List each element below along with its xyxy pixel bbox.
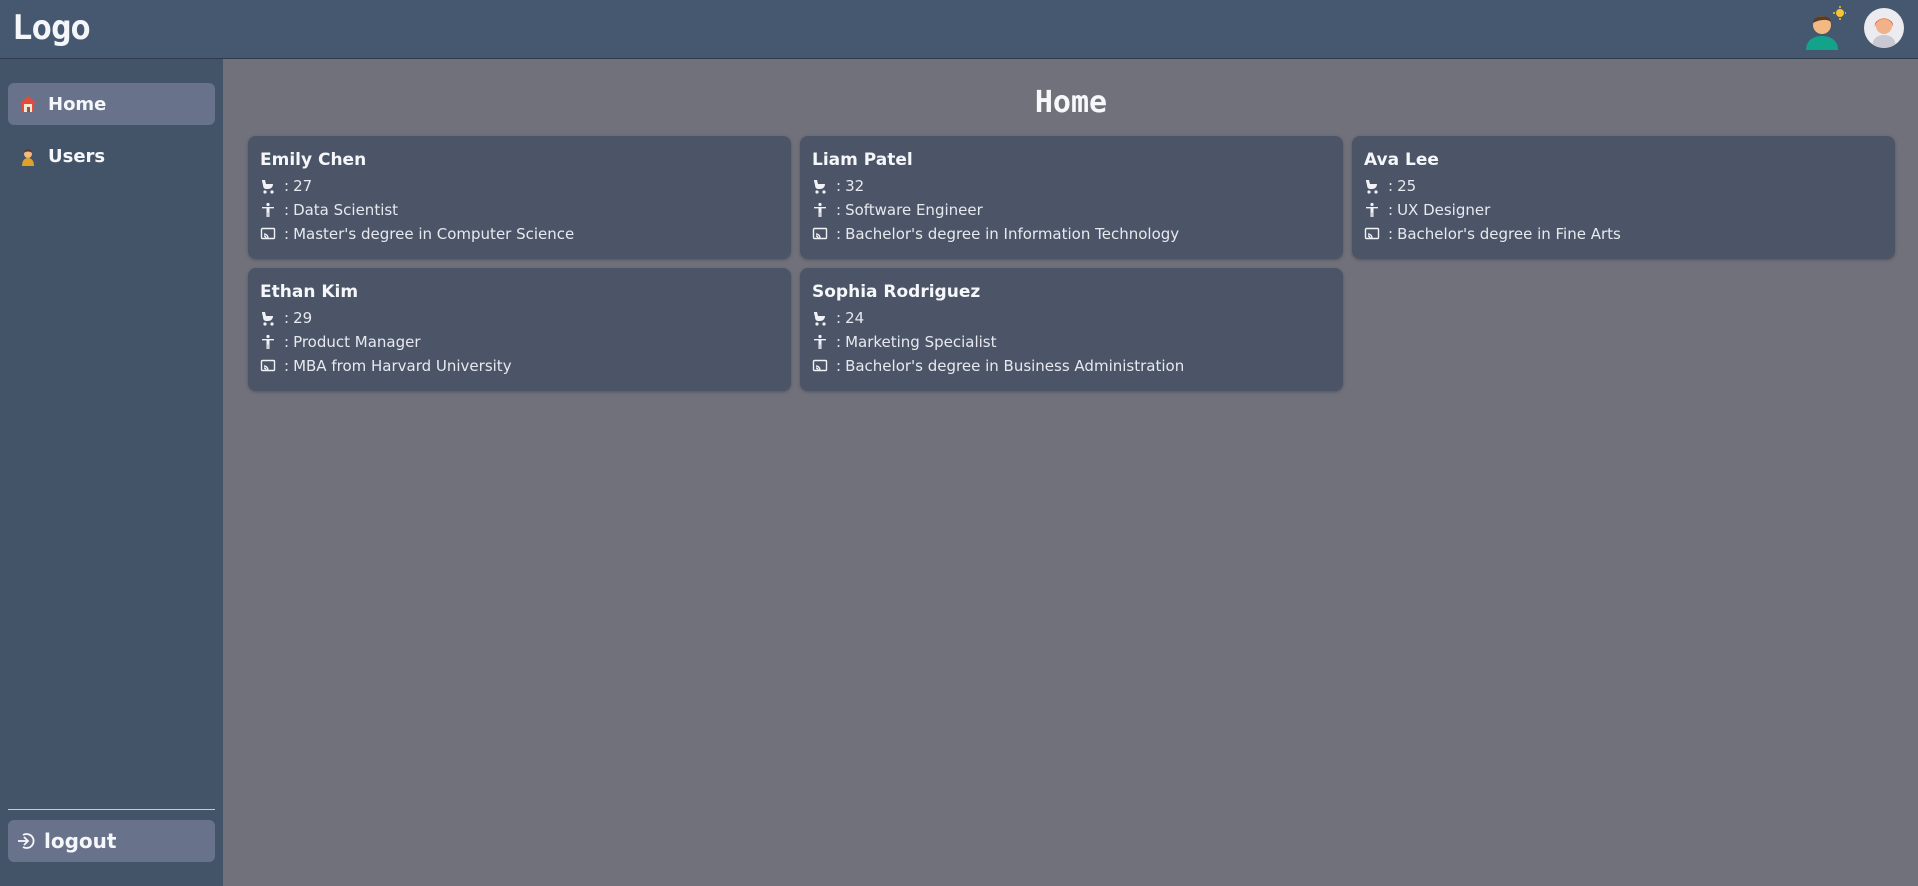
- cast-icon: [260, 226, 276, 242]
- role-row: : Software Engineer: [812, 198, 1331, 222]
- education-value: MBA from Harvard University: [293, 357, 512, 375]
- age-row: : 25: [1364, 174, 1883, 198]
- role-value: Data Scientist: [293, 201, 399, 219]
- education-value: Bachelor's degree in Business Administra…: [845, 357, 1185, 375]
- role-value: UX Designer: [1397, 201, 1491, 219]
- user-name: Liam Patel: [812, 150, 913, 170]
- stroller-icon: [260, 178, 276, 194]
- sidebar-item-users[interactable]: Users: [8, 135, 215, 177]
- user-card[interactable]: Liam Patel : 32 : Software Engineer : Ba…: [800, 136, 1343, 259]
- age-value: 32: [845, 177, 865, 195]
- cast-icon: [812, 358, 828, 374]
- cast-icon: [1364, 226, 1380, 242]
- accessibility-icon: [260, 202, 276, 218]
- education-row: : Master's degree in Computer Science: [260, 222, 779, 246]
- user-cards: Emily Chen : 27 : Data Scientist : Maste…: [224, 136, 1918, 391]
- stroller-icon: [812, 178, 828, 194]
- avatar[interactable]: [1864, 8, 1904, 48]
- logout-icon: [16, 831, 36, 851]
- sidebar-item-label: Users: [48, 145, 106, 167]
- person-icon: [18, 146, 38, 166]
- user-with-sun-icon[interactable]: [1802, 6, 1846, 50]
- top-bar: Logo: [0, 0, 1918, 59]
- role-row: : UX Designer: [1364, 198, 1883, 222]
- user-card[interactable]: Ethan Kim : 29 : Product Manager : MBA f…: [248, 268, 791, 391]
- user-card[interactable]: Ava Lee : 25 : UX Designer : Bachelor's …: [1352, 136, 1895, 259]
- education-row: : MBA from Harvard University: [260, 354, 779, 378]
- education-row: : Bachelor's degree in Fine Arts: [1364, 222, 1883, 246]
- education-value: Bachelor's degree in Fine Arts: [1397, 225, 1621, 243]
- education-value: Bachelor's degree in Information Technol…: [845, 225, 1180, 243]
- accessibility-icon: [260, 334, 276, 350]
- age-row: : 24: [812, 306, 1331, 330]
- logout-button[interactable]: logout: [8, 820, 215, 862]
- role-row: : Product Manager: [260, 330, 779, 354]
- role-value: Product Manager: [293, 333, 421, 351]
- cast-icon: [812, 226, 828, 242]
- role-value: Marketing Specialist: [845, 333, 997, 351]
- sidebar-item-home[interactable]: Home: [8, 83, 215, 125]
- user-name: Emily Chen: [260, 150, 367, 170]
- accessibility-icon: [812, 334, 828, 350]
- age-value: 27: [293, 177, 313, 195]
- user-name: Ava Lee: [1364, 150, 1439, 170]
- age-value: 24: [845, 309, 865, 327]
- user-card[interactable]: Emily Chen : 27 : Data Scientist : Maste…: [248, 136, 791, 259]
- user-card[interactable]: Sophia Rodriguez : 24 : Marketing Specia…: [800, 268, 1343, 391]
- logout-label: logout: [44, 829, 117, 853]
- age-row: : 29: [260, 306, 779, 330]
- sidebar-divider: [8, 809, 215, 810]
- role-row: : Data Scientist: [260, 198, 779, 222]
- education-row: : Bachelor's degree in Information Techn…: [812, 222, 1331, 246]
- house-icon: [18, 94, 38, 114]
- age-value: 29: [293, 309, 313, 327]
- sidebar-nav: Home Users: [0, 59, 223, 177]
- logo[interactable]: Logo: [12, 8, 91, 48]
- stroller-icon: [260, 310, 276, 326]
- sidebar: Home Users logout: [0, 59, 223, 886]
- sidebar-item-label: Home: [48, 93, 107, 115]
- main-content: Home Emily Chen : 27 : Data Scientist : …: [224, 59, 1918, 391]
- role-value: Software Engineer: [845, 201, 983, 219]
- age-row: : 27: [260, 174, 779, 198]
- stroller-icon: [1364, 178, 1380, 194]
- cast-icon: [260, 358, 276, 374]
- page-title: Home: [1034, 85, 1108, 120]
- role-row: : Marketing Specialist: [812, 330, 1331, 354]
- education-row: : Bachelor's degree in Business Administ…: [812, 354, 1331, 378]
- user-name: Sophia Rodriguez: [812, 282, 981, 302]
- age-row: : 32: [812, 174, 1331, 198]
- accessibility-icon: [1364, 202, 1380, 218]
- stroller-icon: [812, 310, 828, 326]
- age-value: 25: [1397, 177, 1417, 195]
- top-icons: [1802, 6, 1904, 50]
- accessibility-icon: [812, 202, 828, 218]
- user-name: Ethan Kim: [260, 282, 359, 302]
- education-value: Master's degree in Computer Science: [293, 225, 575, 243]
